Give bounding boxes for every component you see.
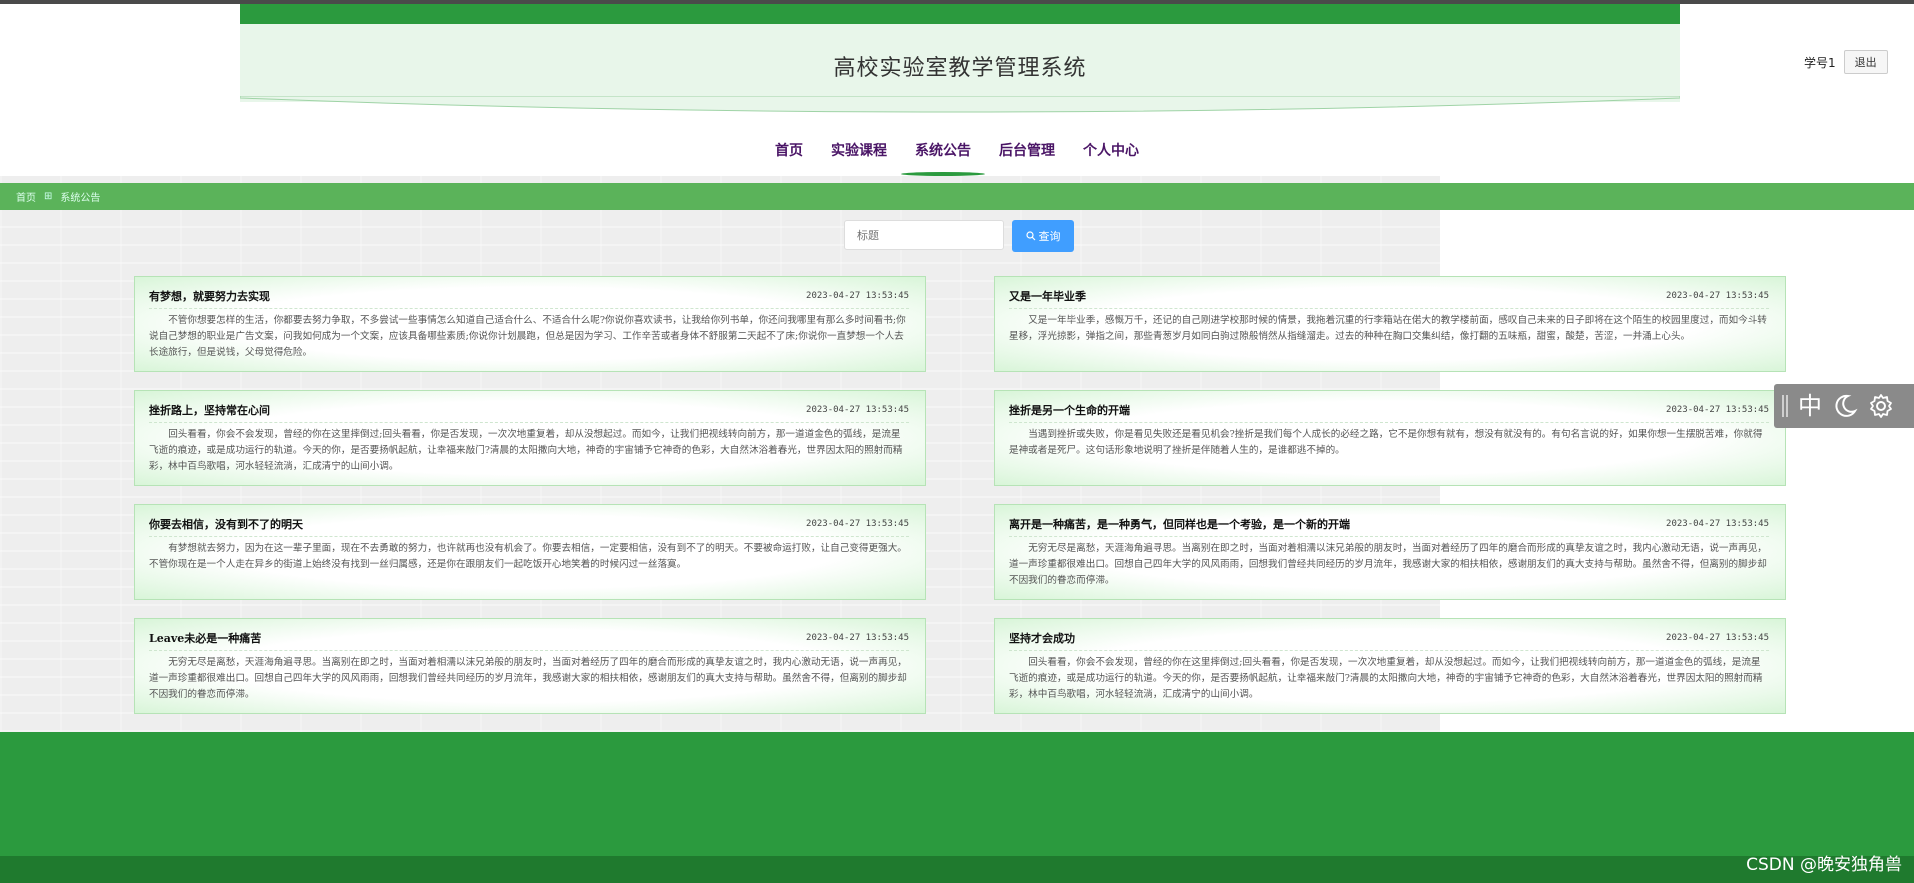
site-title: 高校实验室教学管理系统 [833, 56, 1087, 81]
announcement-card[interactable]: 坚持才会成功 2023-04-27 13:53:45 回头看看，你会不会发现，曾经… [994, 618, 1786, 714]
announcement-date: 2023-04-27 13:53:45 [1666, 405, 1769, 415]
announcement-body: 当遇到挫折或失败，你是看见失败还是看见机会?挫折是我们每个人成长的必经之路，它不… [1009, 429, 1763, 456]
moon-icon[interactable] [1832, 393, 1858, 419]
breadcrumb-home[interactable]: 首页 [16, 189, 36, 204]
nav-item-home[interactable]: 首页 [775, 140, 803, 176]
announcement-date: 2023-04-27 13:53:45 [806, 405, 909, 415]
announcement-date: 2023-04-27 13:53:45 [1666, 519, 1769, 529]
announcement-body: 有梦想就去努力，因为在这一辈子里面，现在不去勇敢的努力，也许就再也没有机会了。你… [149, 543, 907, 570]
announcement-card[interactable]: 你要去相信，没有到不了的明天 2023-04-27 13:53:45 有梦想就去努… [134, 504, 926, 600]
floating-toolbar: 中 [1774, 384, 1914, 428]
breadcrumb-current: 系统公告 [60, 193, 101, 204]
announcement-title[interactable]: 又是一年毕业季 [1009, 288, 1086, 304]
announcement-card[interactable]: 有梦想，就要努力去实现 2023-04-27 13:53:45 不管你想要怎样的生… [134, 276, 926, 372]
nav-item-courses[interactable]: 实验课程 [831, 140, 887, 176]
language-toggle[interactable]: 中 [1798, 394, 1822, 418]
announcement-card[interactable]: Leave未必是一种痛苦 2023-04-27 13:53:45 无穷无尽是离愁，… [134, 618, 926, 714]
main-nav: 首页 实验课程 系统公告 后台管理 个人中心 [0, 140, 1914, 176]
card-divider [1009, 536, 1769, 537]
announcement-body: 无穷无尽是离愁，天涯海角遍寻思。当离别在即之时，当面对着相濡以沫兄弟般的朋友时，… [1009, 543, 1767, 586]
card-divider [149, 536, 909, 537]
drag-handle-icon[interactable] [1782, 395, 1788, 417]
card-divider [149, 422, 909, 423]
announcement-date: 2023-04-27 13:53:45 [1666, 291, 1769, 301]
announcement-card[interactable]: 离开是一种痛苦，是一种勇气，但同样也是一个考验，是一个新的开端 2023-04-2… [994, 504, 1786, 600]
announcement-date: 2023-04-27 13:53:45 [806, 633, 909, 643]
announcement-body: 回头看看，你会不会发现，曾经的你在这里摔倒过;回头看看，你是否发现，一次次地重复… [149, 429, 903, 472]
card-divider [149, 650, 909, 651]
search-bar: 查询 [844, 220, 1074, 252]
breadcrumb: 首页 ⊞ 系统公告 [0, 183, 1914, 210]
announcement-title[interactable]: 挫折是另一个生命的开端 [1009, 402, 1130, 418]
announcement-title[interactable]: 你要去相信，没有到不了的明天 [149, 516, 303, 532]
search-icon [1025, 231, 1035, 241]
nav-item-announcements[interactable]: 系统公告 [901, 140, 985, 176]
announcement-card[interactable]: 又是一年毕业季 2023-04-27 13:53:45 又是一年毕业季，感慨万千，… [994, 276, 1786, 372]
header-banner: 高校实验室教学管理系统 [240, 4, 1680, 102]
announcement-body: 回头看看，你会不会发现，曾经的你在这里摔倒过;回头看看，你是否发现，一次次地重复… [1009, 657, 1763, 700]
search-input[interactable] [844, 220, 1004, 250]
footer-bottom-bar [0, 856, 1914, 883]
card-divider [149, 308, 909, 309]
announcement-title[interactable]: 离开是一种痛苦，是一种勇气，但同样也是一个考验，是一个新的开端 [1009, 516, 1350, 532]
announcement-card[interactable]: 挫折是另一个生命的开端 2023-04-27 13:53:45 当遇到挫折或失败，… [994, 390, 1786, 486]
username-label: 学号1 [1804, 55, 1836, 70]
announcement-date: 2023-04-27 13:53:45 [806, 291, 909, 301]
card-divider [1009, 308, 1769, 309]
announcement-title[interactable]: 坚持才会成功 [1009, 630, 1075, 646]
announcement-card[interactable]: 挫折路上，坚持常在心间 2023-04-27 13:53:45 回头看看，你会不会… [134, 390, 926, 486]
gear-icon[interactable] [1868, 393, 1894, 419]
announcement-date: 2023-04-27 13:53:45 [806, 519, 909, 529]
announcement-body: 不管你想要怎样的生活，你都要去努力争取，不多尝试一些事情怎么知道自己适合什么、不… [149, 315, 906, 358]
search-button[interactable]: 查询 [1012, 220, 1074, 252]
header-top-bar [240, 4, 1680, 24]
logout-button[interactable]: 退出 [1843, 50, 1888, 74]
watermark: CSDN @晚安独角兽 [1746, 855, 1902, 875]
breadcrumb-separator-icon: ⊞ [44, 191, 53, 202]
nav-item-profile[interactable]: 个人中心 [1083, 140, 1139, 176]
card-divider [1009, 422, 1769, 423]
card-divider [1009, 650, 1769, 651]
search-button-label: 查询 [1038, 230, 1061, 243]
announcement-title[interactable]: 挫折路上，坚持常在心间 [149, 402, 270, 418]
nav-item-admin[interactable]: 后台管理 [999, 140, 1055, 176]
announcement-date: 2023-04-27 13:53:45 [1666, 633, 1769, 643]
footer [0, 732, 1914, 856]
announcement-title[interactable]: Leave未必是一种痛苦 [149, 630, 261, 646]
announcement-body: 无穷无尽是离愁，天涯海角遍寻思。当离别在即之时，当面对着相濡以沫兄弟般的朋友时，… [149, 657, 907, 700]
announcement-title[interactable]: 有梦想，就要努力去实现 [149, 288, 270, 304]
header-curve-decoration [240, 96, 1680, 113]
announcement-body: 又是一年毕业季，感慨万千，还记的自己刚进学校那时候的情景，我拖着沉重的行李箱站在… [1009, 315, 1767, 342]
user-area: 学号1 退出 [1804, 50, 1888, 74]
